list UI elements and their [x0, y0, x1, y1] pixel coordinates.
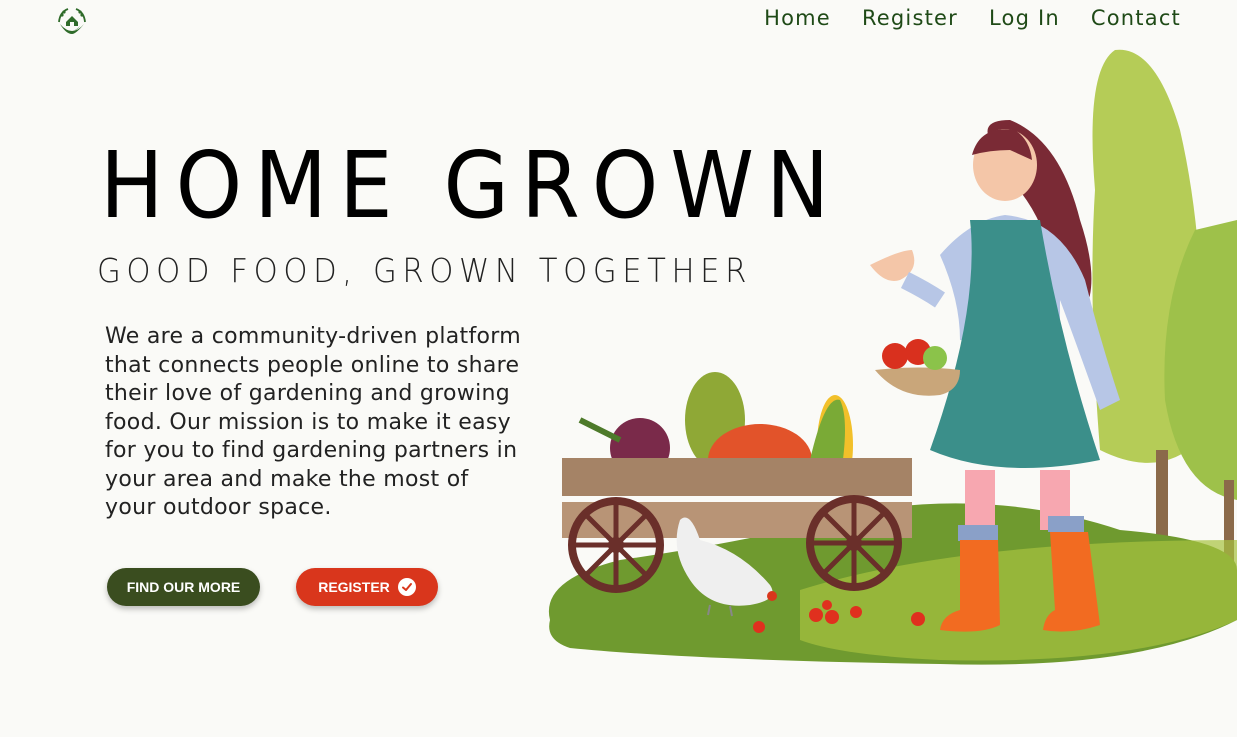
register-button[interactable]: REGISTER	[296, 568, 438, 606]
nav-register-link[interactable]: Register	[862, 6, 958, 30]
check-circle-icon	[397, 578, 416, 596]
find-out-more-button[interactable]: FIND OUR MORE	[107, 568, 260, 606]
hero-illustration	[540, 40, 1237, 680]
logo-icon[interactable]	[54, 4, 90, 40]
nav-login-link[interactable]: Log In	[989, 6, 1060, 30]
tree-illustration	[1092, 49, 1237, 562]
main-nav: Home Register Log In Contact	[764, 6, 1181, 30]
find-out-more-label: FIND OUR MORE	[126, 579, 241, 595]
nav-contact-link[interactable]: Contact	[1091, 6, 1181, 30]
hero-description: We are a community-driven platform that …	[105, 324, 521, 520]
nav-home-link[interactable]: Home	[764, 6, 831, 30]
register-label: REGISTER	[318, 579, 390, 595]
